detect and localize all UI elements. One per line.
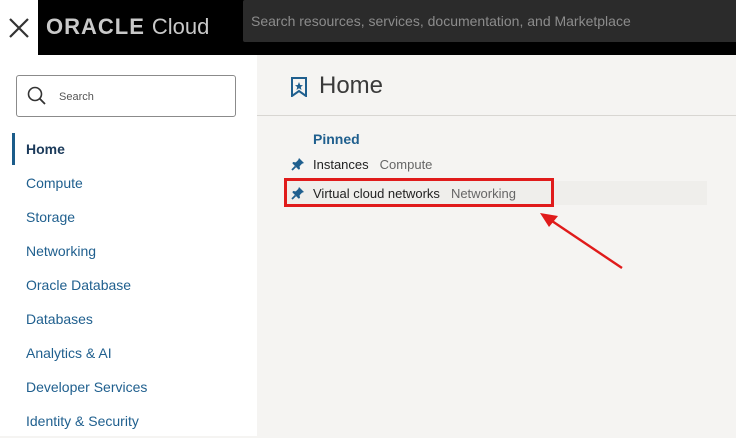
sidebar-search: [16, 75, 236, 118]
annotation-arrow: [540, 213, 623, 269]
global-search: [243, 0, 736, 42]
global-search-input[interactable]: [243, 0, 731, 42]
logo-oracle-text: ORACLE: [46, 14, 145, 39]
logo-cloud-text: Cloud: [151, 14, 210, 39]
sidebar-item-oracle-database[interactable]: Oracle Database: [0, 268, 257, 302]
close-menu-button[interactable]: [0, 0, 38, 55]
sidebar-item-home[interactable]: Home: [0, 132, 257, 166]
close-icon: [9, 17, 29, 38]
sidebar-item-networking[interactable]: Networking: [0, 234, 257, 268]
oracle-cloud-logo[interactable]: ORACLE Cloud: [46, 13, 209, 41]
sidebar-item-compute[interactable]: Compute: [0, 166, 257, 200]
sidebar-item-analytics-ai[interactable]: Analytics & AI: [0, 336, 257, 370]
search-icon: [27, 86, 46, 105]
sidebar-item-storage[interactable]: Storage: [0, 200, 257, 234]
sidebar-item-identity-security[interactable]: Identity & Security: [0, 404, 257, 438]
sidebar-nav: Home Compute Storage Networking Oracle D…: [0, 132, 257, 438]
sidebar-search-input[interactable]: [57, 76, 231, 118]
sidebar-item-databases[interactable]: Databases: [0, 302, 257, 336]
navigation-sidebar: Home Compute Storage Networking Oracle D…: [0, 55, 257, 436]
sidebar-item-developer-services[interactable]: Developer Services: [0, 370, 257, 404]
top-bar: ORACLE Cloud: [0, 0, 736, 55]
main-content: Home Pinned Instances Compute Virtual cl…: [257, 55, 736, 436]
